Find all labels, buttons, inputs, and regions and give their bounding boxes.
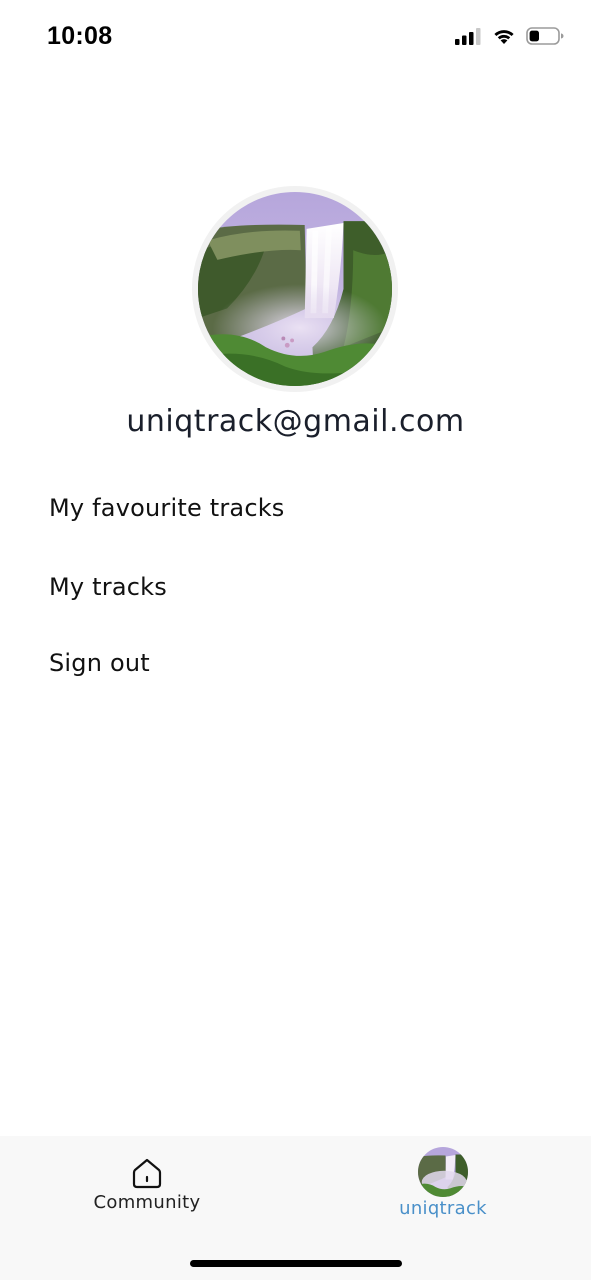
wifi-icon	[492, 26, 516, 46]
cellular-signal-icon	[454, 26, 482, 46]
tab-community-label: Community	[93, 1192, 201, 1213]
bottom-tab-bar: Community uniqtrack	[0, 1136, 591, 1280]
tab-profile[interactable]: uniqtrack	[343, 1136, 543, 1246]
status-bar: 10:08	[0, 0, 591, 72]
tab-profile-label: uniqtrack	[399, 1198, 487, 1219]
status-time: 10:08	[47, 22, 113, 50]
profile-email: uniqtrack@gmail.com	[126, 404, 465, 439]
menu-item-favourite-tracks[interactable]: My favourite tracks	[49, 494, 285, 522]
menu-item-my-tracks[interactable]: My tracks	[49, 573, 167, 601]
menu-item-sign-out[interactable]: Sign out	[49, 649, 150, 677]
avatar-icon	[418, 1147, 468, 1197]
status-icons	[454, 26, 564, 46]
profile-avatar[interactable]	[192, 186, 398, 392]
home-icon	[130, 1156, 164, 1190]
home-indicator[interactable]	[190, 1260, 402, 1267]
tab-community[interactable]: Community	[47, 1136, 247, 1246]
waterfall-avatar	[198, 192, 392, 386]
battery-icon	[526, 26, 564, 46]
